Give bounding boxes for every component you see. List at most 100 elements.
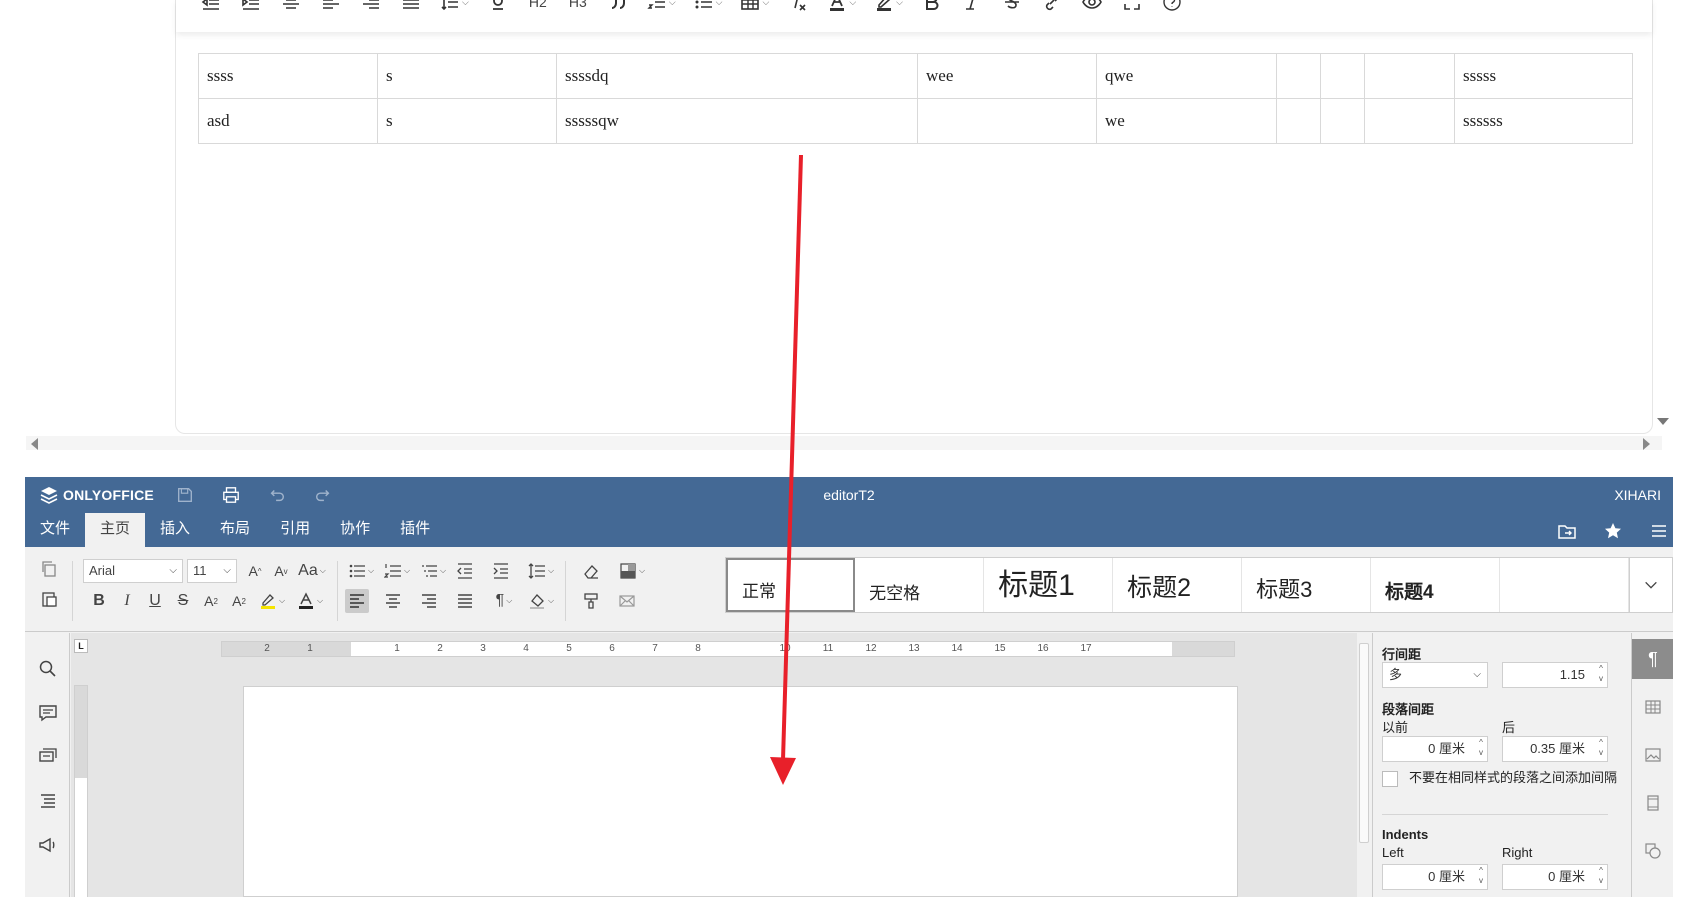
table-cell[interactable] xyxy=(1276,53,1321,99)
outdent-icon[interactable] xyxy=(200,0,222,14)
line-spacing-icon[interactable]: ⌵ xyxy=(525,559,557,583)
table-cell[interactable]: qwe xyxy=(1096,53,1277,99)
underline-icon[interactable] xyxy=(487,0,509,14)
align-center-icon[interactable] xyxy=(381,589,405,613)
comments-icon[interactable] xyxy=(35,700,61,726)
table-cell[interactable] xyxy=(1276,98,1321,144)
table-cell[interactable]: s xyxy=(377,98,557,144)
quote-icon[interactable] xyxy=(607,0,629,14)
content-table[interactable]: ssss s ssssdq wee qwe sssss asd s sssssqw we sssss… xyxy=(198,53,1633,144)
scroll-down-arrow-icon[interactable] xyxy=(1657,418,1669,425)
paragraph-settings-icon[interactable]: ¶ xyxy=(1632,639,1673,679)
line-spacing-mode-select[interactable]: 多 ⌵ xyxy=(1382,662,1488,688)
font-size-select[interactable]: 11 ⌵ xyxy=(187,559,237,583)
horizontal-ruler[interactable]: 2 1 1 2 3 4 5 6 7 8 10 11 12 13 14 15 16 17 xyxy=(221,641,1235,657)
style-item-2[interactable]: 标题1 xyxy=(984,558,1114,612)
font-family-select[interactable]: Arial ⌵ xyxy=(83,559,183,583)
tab-5[interactable]: 协作 xyxy=(325,513,385,547)
subscript-icon[interactable]: A2 xyxy=(227,589,251,613)
tab-0[interactable]: 文件 xyxy=(25,513,85,547)
search-icon[interactable] xyxy=(35,656,61,682)
help-icon[interactable] xyxy=(1161,0,1183,14)
favorite-star-icon[interactable] xyxy=(1601,519,1625,543)
align-justify-icon[interactable] xyxy=(453,589,477,613)
table-cell[interactable]: sssss xyxy=(1454,53,1633,99)
superscript-icon[interactable]: A2 xyxy=(199,589,223,613)
bullet-list-icon[interactable]: ⌵ xyxy=(345,559,377,583)
decrease-indent-icon[interactable] xyxy=(453,559,477,583)
feedback-speaker-icon[interactable] xyxy=(35,832,61,858)
align-right-icon[interactable] xyxy=(417,589,441,613)
chat-icon[interactable] xyxy=(35,744,61,770)
decrease-font-icon[interactable]: Av xyxy=(269,559,293,583)
indent-left-input[interactable]: 0 厘米 ^ v xyxy=(1382,864,1488,890)
strikethrough-icon[interactable]: S xyxy=(171,589,195,613)
highlight-color-icon[interactable]: ⌵ xyxy=(255,589,289,613)
spinner-arrows-icon[interactable]: ^ v xyxy=(1599,866,1603,886)
scroll-right-arrow-icon[interactable] xyxy=(1643,438,1650,450)
font-color-icon[interactable]: ⌵ xyxy=(293,589,327,613)
document-page[interactable] xyxy=(243,686,1238,897)
font-color-icon[interactable]: ⌵ xyxy=(827,0,856,14)
vertical-ruler[interactable] xyxy=(74,685,88,897)
table-cell[interactable] xyxy=(1364,98,1455,144)
styles-expand-button[interactable] xyxy=(1630,557,1673,613)
style-item-1[interactable]: 无空格 xyxy=(855,558,985,612)
preview-eye-icon[interactable] xyxy=(1081,0,1103,14)
no-space-checkbox[interactable] xyxy=(1382,771,1398,787)
tab-stop-selector[interactable]: L xyxy=(74,639,88,653)
header-footer-settings-icon[interactable] xyxy=(1632,783,1673,823)
tab-1[interactable]: 主页 xyxy=(85,513,146,547)
style-item-5[interactable]: 标题4 xyxy=(1371,558,1500,612)
paragraph-shading-icon[interactable]: ⌵ xyxy=(525,589,557,613)
copy-style-icon[interactable] xyxy=(579,589,603,613)
line-height-icon[interactable]: ⌵ xyxy=(440,0,469,14)
mail-merge-icon[interactable] xyxy=(615,589,639,613)
horizontal-scrollbar[interactable] xyxy=(26,436,1662,450)
fullscreen-icon[interactable] xyxy=(1121,0,1143,14)
scrollbar-thumb[interactable] xyxy=(1359,643,1369,843)
align-left-icon[interactable] xyxy=(320,0,342,14)
numbered-list-icon[interactable]: ⌵ xyxy=(381,559,413,583)
line-spacing-input[interactable]: 1.15 ^ v xyxy=(1502,662,1608,688)
table-cell[interactable]: asd xyxy=(198,98,378,144)
table-cell[interactable]: wee xyxy=(917,53,1097,99)
underline-icon[interactable]: U xyxy=(143,589,167,613)
spinner-arrows-icon[interactable]: ^ v xyxy=(1599,664,1603,684)
paste-icon[interactable] xyxy=(37,587,61,611)
increase-font-icon[interactable]: A ^ xyxy=(243,559,267,583)
bullet-list-icon[interactable]: ⌵ xyxy=(694,0,722,14)
document-vertical-scrollbar[interactable] xyxy=(1357,633,1371,897)
user-name[interactable]: XIHARI xyxy=(1614,487,1661,503)
link-icon[interactable] xyxy=(1041,0,1063,14)
spinner-arrows-icon[interactable]: ^ v xyxy=(1479,866,1483,886)
spacing-before-input[interactable]: 0 厘米 ^ v xyxy=(1382,736,1488,762)
highlight-icon[interactable]: ⌵ xyxy=(874,0,903,14)
table-cell[interactable] xyxy=(1364,53,1455,99)
align-justify-icon[interactable] xyxy=(400,0,422,14)
image-settings-icon[interactable] xyxy=(1632,735,1673,775)
tab-2[interactable]: 插入 xyxy=(145,513,205,547)
table-cell[interactable] xyxy=(917,98,1097,144)
style-item-4[interactable]: 标题3 xyxy=(1242,558,1372,612)
table-cell[interactable]: we xyxy=(1096,98,1277,144)
style-item-3[interactable]: 标题2 xyxy=(1113,558,1243,612)
navigation-icon[interactable] xyxy=(35,788,61,814)
italic-icon[interactable] xyxy=(961,0,983,14)
tab-3[interactable]: 布局 xyxy=(205,513,265,547)
indent-right-input[interactable]: 0 厘米 ^ v xyxy=(1502,864,1608,890)
table-cell[interactable]: ssss xyxy=(198,53,378,99)
tab-6[interactable]: 插件 xyxy=(385,513,445,547)
align-center-icon[interactable] xyxy=(280,0,302,14)
heading-3-button[interactable]: H3 xyxy=(567,0,589,14)
bold-icon[interactable]: B xyxy=(87,589,111,613)
pilcrow-icon[interactable]: ¶ ⌵ xyxy=(489,589,519,613)
bold-icon[interactable] xyxy=(921,0,943,14)
align-left-icon[interactable] xyxy=(345,589,369,613)
heading-2-button[interactable]: H2 xyxy=(527,0,549,14)
change-case-icon[interactable]: Aa ⌵ xyxy=(295,559,329,583)
increase-indent-icon[interactable] xyxy=(489,559,513,583)
strikethrough-icon[interactable] xyxy=(1001,0,1023,14)
copy-icon[interactable] xyxy=(37,557,61,581)
ordered-list-icon[interactable]: ⌵ xyxy=(647,0,676,14)
